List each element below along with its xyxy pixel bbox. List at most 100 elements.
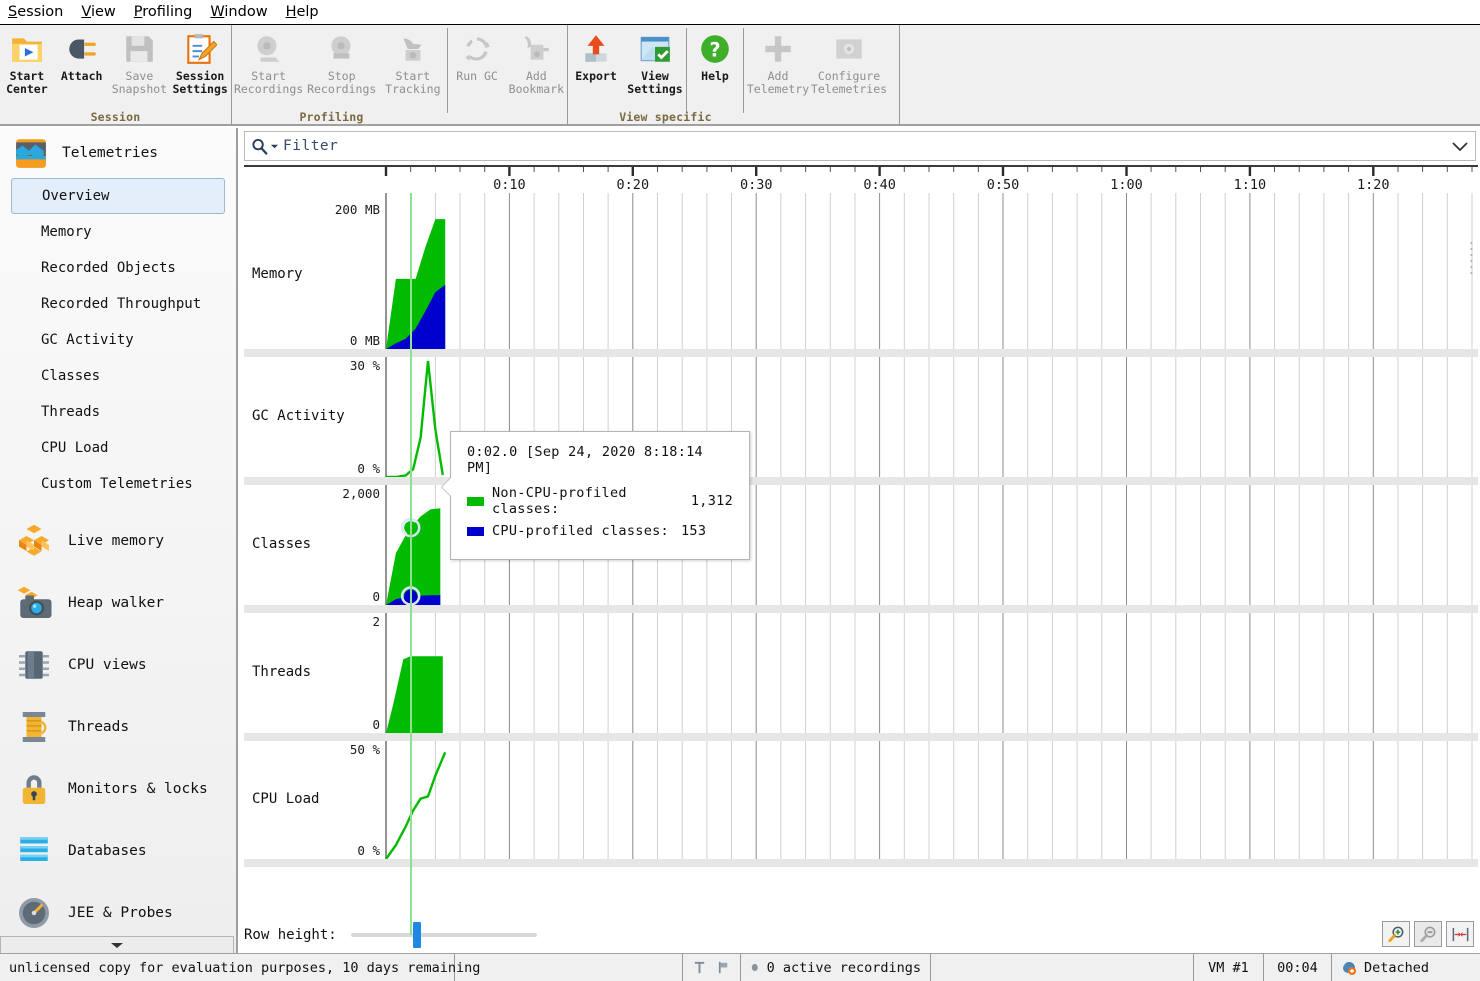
gauge-icon <box>19 898 49 928</box>
status-elapsed: 00:04 <box>1264 954 1332 981</box>
toolbar-configure-telemetries[interactable]: Configure Telemetries <box>810 25 888 126</box>
toolbar-group-profiling-label: Profiling <box>299 110 364 124</box>
question-circle-icon: ? <box>701 35 729 63</box>
sidebar-category-jee-probes[interactable]: JEE & Probes <box>0 882 236 944</box>
filter-dropdown-button[interactable] <box>1451 137 1469 156</box>
telemetry-chart-area[interactable]: 0:10 0:20 0:30 0:40 0:50 1:00 1:10 1:20 Memory 2… <box>244 165 1478 935</box>
time-axis: 0:10 0:20 0:30 0:40 0:50 1:00 1:10 1:20 <box>244 167 1478 201</box>
status-blank-2 <box>931 954 1194 981</box>
sidebar-category-live-memory-label: Live memory <box>68 533 165 549</box>
time-axis-label: 1:10 <box>1233 177 1267 193</box>
sidebar-category-monitors-locks[interactable]: Monitors & locks <box>0 758 236 820</box>
status-connection: Detached <box>1332 954 1480 981</box>
sidebar-item-memory[interactable]: Memory <box>0 214 236 250</box>
sidebar-item-threads[interactable]: Threads <box>0 394 236 430</box>
menu-help-label: elp <box>296 4 319 20</box>
menu-window-mnemonic: W <box>210 4 225 20</box>
status-markers[interactable] <box>683 954 741 981</box>
filter-bar[interactable]: Filter <box>244 131 1476 161</box>
toolbar-group-session: Start Center Attach Save Snapshot Sessio… <box>0 25 232 126</box>
tooltip-value-cpu-profiled: 153 <box>680 523 707 539</box>
menu-window[interactable]: Window <box>208 3 269 21</box>
zoom-in-button[interactable] <box>1382 921 1410 947</box>
sidebar-item-cpu-load-label: CPU Load <box>41 440 109 456</box>
menu-profiling-mnemonic: P <box>133 4 143 20</box>
toolbar: Start Center Attach Save Snapshot Sessio… <box>0 25 1480 126</box>
detached-plug-icon <box>1343 961 1356 975</box>
toolbar-attach-label: Attach <box>60 69 103 83</box>
tooltip-label-non-cpu-profiled: Non-CPU-profiled classes: <box>492 485 627 517</box>
sidebar-item-recorded-throughput[interactable]: Recorded Throughput <box>0 286 236 322</box>
sidebar-item-overview-label: Overview <box>42 188 110 204</box>
plug-icon <box>68 39 96 59</box>
zoom-out-icon <box>1419 926 1435 942</box>
sidebar-category-cpu-views-label: CPU views <box>68 657 147 673</box>
telemetry-tooltip: 0:02.0 [Sep 24, 2020 8:18:14 PM] Non-CPU… <box>442 431 750 560</box>
chart-plot-cpu-load <box>385 751 447 859</box>
zoom-in-icon <box>1387 926 1403 942</box>
toolbar-start-center-label: Start Center <box>6 69 48 96</box>
sidebar-item-gc-activity[interactable]: GC Activity <box>0 322 236 358</box>
search-dropdown-icon[interactable] <box>270 142 279 151</box>
row-height-label: Row height: <box>244 927 337 943</box>
sidebar-category-cpu-views[interactable]: CPU views <box>0 634 236 696</box>
flag-icon <box>718 961 728 974</box>
sidebar-item-recorded-objects-label: Recorded Objects <box>41 260 176 276</box>
toolbar-group-view-specific: Export View Settings ? Help Add Telemetr… <box>568 25 900 126</box>
jprofiler-window: Session View Profiling Window Help Start… <box>0 0 1480 981</box>
toolbar-group-view-specific-label: View specific <box>619 110 712 124</box>
time-axis-label: 0:40 <box>863 177 896 193</box>
sidebar-category-threads-label: Threads <box>68 719 130 735</box>
chart-plot-threads <box>386 656 443 733</box>
gear-table-icon <box>836 39 862 59</box>
sidebar-item-custom-telemetries[interactable]: Custom Telemetries <box>0 466 236 502</box>
floppy-disk-icon <box>126 36 154 62</box>
cpu-chip-icon <box>19 651 49 679</box>
chart-series-area <box>386 656 443 733</box>
tooltip-row-non-cpu-profiled: Non-CPU-profiled classes: 1,312 <box>467 485 733 517</box>
sidebar-item-recorded-throughput-label: Recorded Throughput <box>41 296 202 312</box>
sidebar-category-threads[interactable]: Threads <box>0 696 236 758</box>
cubes-icon <box>19 524 49 556</box>
sidebar-category-live-memory[interactable]: Live memory <box>0 510 236 572</box>
menu-window-label: indow <box>224 4 268 20</box>
menu-profiling[interactable]: Profiling <box>132 3 195 21</box>
toolbar-add-bookmark[interactable]: Add Bookmark <box>506 25 567 126</box>
menu-view[interactable]: View <box>79 3 117 21</box>
menu-view-mnemonic: V <box>81 4 91 20</box>
status-license: unlicensed copy for evaluation purposes,… <box>0 954 480 981</box>
menu-session-mnemonic: S <box>8 4 18 20</box>
telemetries-chart-icon <box>16 139 46 168</box>
record-start-icon <box>256 36 280 62</box>
record-stop-icon <box>331 36 351 59</box>
sidebar-item-classes[interactable]: Classes <box>0 358 236 394</box>
menu-help[interactable]: Help <box>284 3 321 21</box>
row-height-slider[interactable] <box>350 922 537 948</box>
tooltip-swatch-blue <box>467 526 484 536</box>
fit-width-button[interactable] <box>1446 921 1474 947</box>
fit-width-icon <box>1452 927 1468 941</box>
sidebar-category-heap-walker[interactable]: Heap walker <box>0 572 236 634</box>
thread-spool-icon <box>22 712 47 742</box>
chevron-down-icon <box>1452 141 1468 151</box>
sidebar-item-overview[interactable]: Overview <box>11 178 225 214</box>
toolbar-save-snapshot-label: Save Snapshot <box>111 69 168 96</box>
sidebar-category-databases[interactable]: Databases <box>0 820 236 882</box>
chart-plot-gc-activity <box>386 360 444 477</box>
row-height-slider-thumb[interactable] <box>412 922 421 948</box>
sidebar-scroll-down[interactable] <box>0 936 234 953</box>
filter-input[interactable]: Filter <box>283 138 338 154</box>
toolbar-configure-telemetries-label: Configure Telemetries <box>810 69 888 96</box>
time-axis-label: 1:20 <box>1357 177 1390 193</box>
zoom-out-button[interactable] <box>1414 921 1442 947</box>
export-up-arrow-icon <box>585 35 607 62</box>
menu-session[interactable]: Session <box>6 3 65 21</box>
sidebar-item-recorded-objects[interactable]: Recorded Objects <box>0 250 236 286</box>
tooltip-value-non-cpu-profiled: 1,312 <box>690 493 733 509</box>
toolbar-run-gc[interactable]: Run GC <box>448 25 505 126</box>
chart-resize-grip[interactable] <box>1467 239 1476 279</box>
sidebar-section-telemetries[interactable]: Telemetries <box>0 128 236 178</box>
chart-plot-memory <box>386 219 446 349</box>
bookmark-marker-icon <box>694 961 705 974</box>
sidebar-item-cpu-load[interactable]: CPU Load <box>0 430 236 466</box>
